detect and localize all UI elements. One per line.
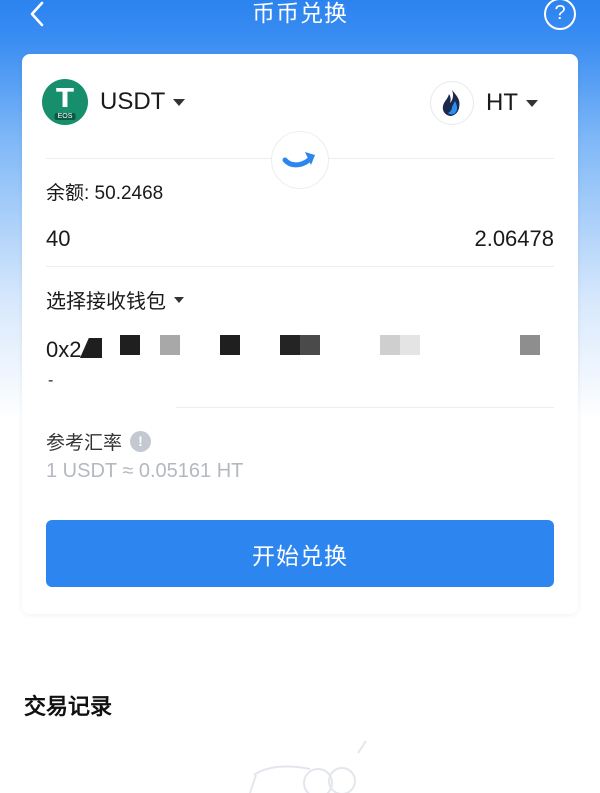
redaction-block [380, 335, 400, 355]
empty-state-icon [249, 740, 367, 793]
amount-input[interactable] [46, 222, 246, 256]
swap-button[interactable] [271, 131, 329, 189]
app-header: 币币兑换 ? [0, 0, 600, 30]
wallet-address: 0x2 [46, 337, 82, 362]
reference-rate: 参考汇率 ! [46, 428, 152, 455]
balance-text: 余额: 50.2468 [46, 183, 164, 204]
ht-flame-icon [430, 81, 474, 125]
from-token-selector[interactable]: T EOS USDT [42, 78, 186, 126]
page-title: 币币兑换 [252, 1, 348, 27]
redaction-block [400, 335, 420, 355]
caret-down-icon [173, 98, 186, 106]
divider [176, 407, 554, 408]
wallet-selector-label: 选择接收钱包 [46, 291, 166, 313]
records-title: 交易记录 [24, 694, 113, 719]
usdt-eos-icon: T EOS [42, 79, 88, 125]
to-token-selector[interactable]: HT [430, 80, 538, 126]
redaction-block [160, 335, 180, 355]
from-token-symbol: USDT [100, 88, 166, 115]
wallet-selector[interactable]: 选择接收钱包 [46, 285, 184, 314]
output-amount: 2.06478 [474, 226, 554, 251]
swap-arrow-icon [282, 152, 315, 168]
eos-tag: EOS [54, 113, 76, 120]
rate-value: 1 USDT ≈ 0.05161 HT [46, 460, 244, 482]
caret-down-icon [174, 296, 184, 303]
redaction-block [520, 335, 540, 355]
address-mark: - [48, 372, 54, 389]
rate-label: 参考汇率 [46, 433, 123, 454]
redaction-block [120, 335, 140, 355]
redaction-block [220, 335, 240, 355]
divider [46, 266, 554, 267]
to-token-symbol: HT [486, 89, 518, 116]
info-icon[interactable]: ! [130, 431, 152, 452]
redaction-block [300, 335, 320, 355]
redaction-block [280, 335, 300, 355]
start-exchange-button[interactable]: 开始兑换 [46, 520, 554, 587]
caret-down-icon [526, 99, 538, 107]
usdt-logo-mark: T [56, 84, 74, 114]
